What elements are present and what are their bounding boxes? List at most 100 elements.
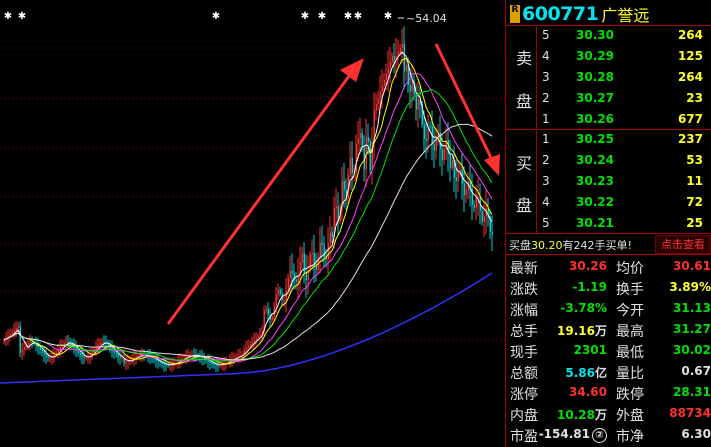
candle-body: [213, 363, 215, 365]
sell-order-row[interactable]: 4 30.29 125: [542, 47, 706, 65]
candle-body: [423, 124, 425, 139]
candle-body: [83, 357, 85, 359]
candle-body: [389, 62, 391, 68]
quote-key: 最新: [510, 261, 538, 277]
candle-body: [409, 85, 411, 92]
order-volume: 677: [677, 112, 703, 126]
candle-body: [343, 181, 345, 190]
buy-order-row[interactable]: 1 30.25 237: [542, 130, 706, 148]
candle-body: [215, 364, 217, 366]
candle-body: [465, 189, 467, 195]
quote-unit: 亿: [594, 366, 607, 380]
candle-body: [451, 159, 453, 168]
sell-order-row[interactable]: 1 30.26 677: [542, 110, 706, 128]
quote-number: 34.60: [569, 385, 607, 399]
quote-key: 换手: [616, 282, 644, 298]
candle-body: [369, 141, 371, 170]
candle-body: [177, 361, 179, 363]
candle-body: [255, 338, 257, 340]
quote-value: 10.28万: [557, 406, 607, 423]
candle-body: [209, 361, 211, 363]
order-level: 2: [542, 153, 550, 167]
notice-text: 有242手买单!: [562, 239, 632, 252]
candle-body: [267, 308, 269, 315]
candle-body: [265, 308, 267, 311]
quote-value: 88734: [669, 406, 711, 420]
quote-value: -1.19: [572, 280, 607, 294]
candle-body: [375, 104, 377, 110]
candle-body: [125, 362, 127, 364]
candle-body: [301, 253, 303, 263]
candle-body: [41, 350, 43, 353]
candle-body: [295, 279, 297, 282]
candle-body: [403, 44, 405, 72]
candle-body: [47, 357, 49, 359]
candle-body: [249, 344, 251, 346]
buy-order-row[interactable]: 3 30.23 11: [542, 172, 706, 190]
order-volume: 264: [677, 70, 703, 84]
order-price: 30.25: [576, 132, 614, 146]
quote-number: -3.78%: [560, 301, 607, 315]
view-orders-button[interactable]: 点击查看: [655, 235, 711, 254]
order-level: 5: [542, 216, 550, 230]
quote-key: 涨停: [510, 387, 538, 403]
trend-arrow-up: [166, 71, 354, 325]
order-volume: 53: [686, 153, 703, 167]
candle-body: [113, 350, 115, 354]
quote-row: 总手 19.16万 最高 31.27: [506, 319, 711, 340]
pe-note-icon: ②: [592, 428, 607, 443]
candle-body: [279, 289, 281, 294]
candle-body: [15, 328, 17, 330]
candle-body: [115, 353, 117, 356]
sell-order-row[interactable]: 5 30.30 264: [542, 26, 706, 44]
quote-unit: 万: [594, 324, 607, 338]
candle-body: [27, 343, 29, 345]
candle-body: [321, 242, 323, 245]
candle-body: [335, 206, 337, 209]
candle-body: [233, 357, 235, 359]
candle-body: [357, 138, 359, 144]
candle-body: [483, 216, 485, 222]
candle-body: [185, 356, 187, 358]
candle-body: [287, 278, 289, 291]
candle-body: [323, 244, 325, 258]
quote-value: 3.89%: [669, 280, 711, 294]
sell-order-row[interactable]: 3 30.28 264: [542, 68, 706, 86]
candle-body: [399, 48, 401, 52]
quote-number: 30.26: [569, 259, 607, 273]
order-price: 30.28: [576, 70, 614, 84]
arrow-head-up-icon: [340, 58, 364, 82]
candle-body: [39, 347, 41, 351]
order-volume: 264: [677, 28, 703, 42]
sell-order-row[interactable]: 2 30.27 23: [542, 89, 706, 107]
quote-row: 市盈 -154.81 ② 市净 6.30: [506, 424, 711, 445]
quote-key: 最低: [616, 345, 644, 361]
order-level: 4: [542, 49, 550, 63]
sell-label-1: 卖: [516, 49, 533, 68]
buy-order-row[interactable]: 2 30.24 53: [542, 151, 706, 169]
ma5-line: [3, 51, 493, 366]
candle-body: [247, 346, 249, 348]
stock-header[interactable]: R 600771 广誉远: [510, 3, 649, 25]
order-level: 1: [542, 112, 550, 126]
candle-body: [429, 126, 431, 128]
quote-key: 总额: [510, 366, 538, 382]
ma120-line: [0, 272, 493, 384]
buy-order-row[interactable]: 5 30.21 25: [542, 214, 706, 232]
candle-body: [401, 44, 403, 48]
candle-body: [99, 342, 101, 345]
candle-body: [359, 133, 361, 139]
ma30-line: [3, 89, 493, 362]
candle-body: [117, 355, 119, 358]
ma60-line: [3, 123, 493, 361]
buy-order-row[interactable]: 4 30.22 72: [542, 193, 706, 211]
event-marker-icon: ✱: [301, 11, 309, 22]
candle-body: [85, 357, 87, 359]
candle-body: [21, 349, 23, 353]
quote-row: 现手 2301 最低 30.02: [506, 340, 711, 361]
kline-chart[interactable]: ✱ ✱ ✱ ✱ ✱ ✱ ✱ ✱ ~54.04: [0, 0, 505, 447]
quote-value: -154.81 ②: [539, 427, 607, 443]
quote-number: 19.16: [557, 324, 595, 338]
candle-body: [165, 364, 167, 366]
candle-body: [473, 204, 475, 208]
